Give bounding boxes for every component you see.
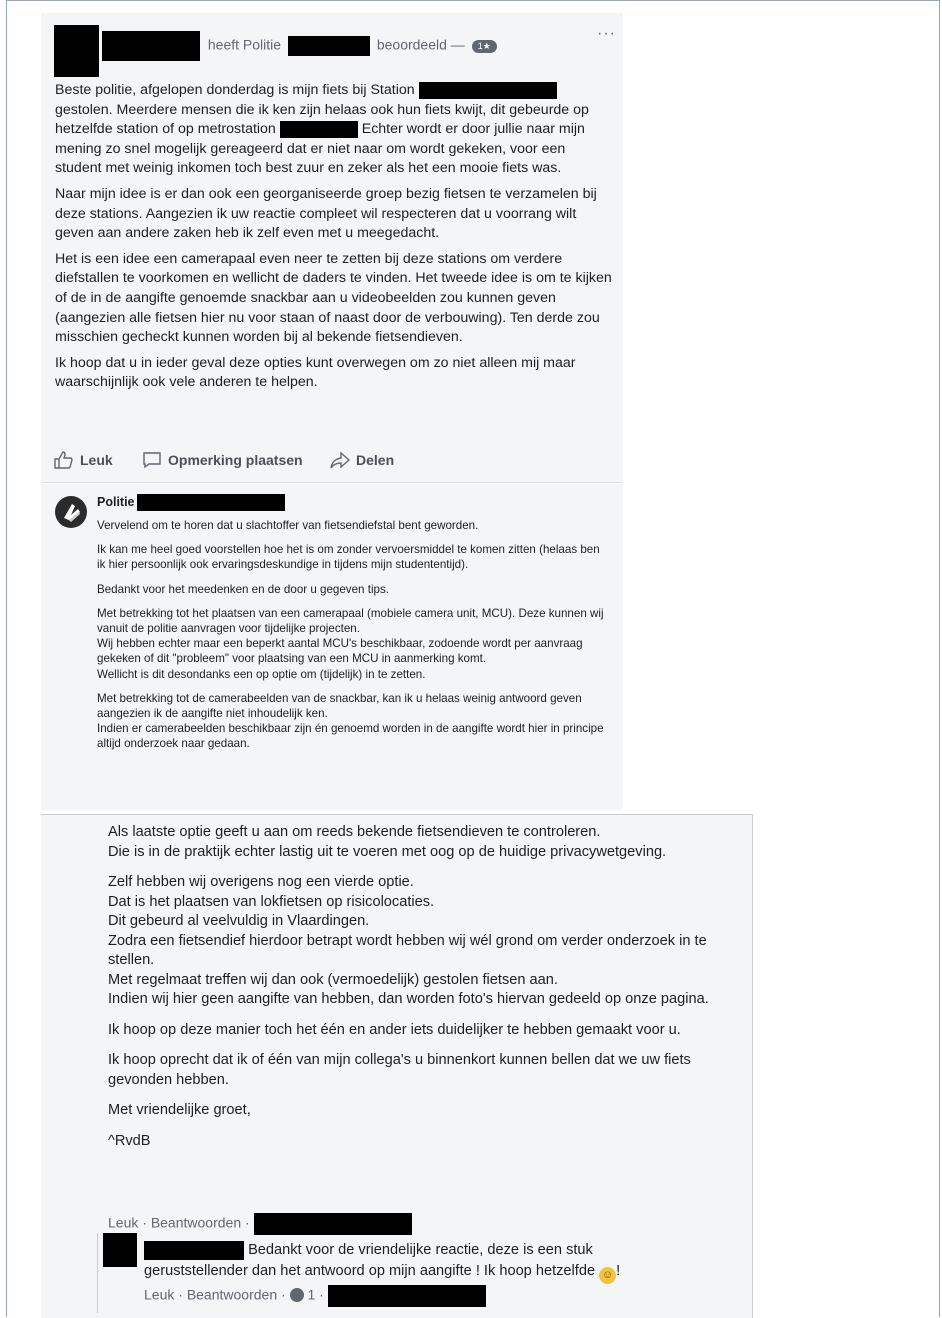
like-link[interactable]: Leuk [144, 1287, 174, 1303]
reply-paragraph: Met betrekking tot het plaatsen van een … [97, 606, 604, 681]
more-options-icon[interactable]: ··· [597, 25, 616, 43]
police-reply: Politie Vervelend om te horen dat u slac… [41, 484, 623, 810]
redacted-avatar[interactable] [103, 1233, 137, 1267]
post-heading: heeft Politie beoordeeld — 1★ [102, 31, 497, 61]
reply-paragraph: Met betrekking tot de camerabeelden van … [97, 691, 604, 751]
share-icon [330, 451, 350, 469]
reply-link[interactable]: Beantwoorden [187, 1287, 277, 1303]
continuation-paragraph: Ik hoop op deze manier toch het één en a… [108, 1021, 681, 1038]
police-avatar[interactable] [55, 496, 87, 528]
rating-badge: 1★ [471, 39, 497, 53]
comment-icon [143, 452, 161, 469]
reply-paragraph: Ik kan me heel goed voorstellen hoe het … [97, 543, 600, 572]
review-post: heeft Politie beoordeeld — 1★ ··· Beste … [41, 13, 623, 483]
subreply-line: Bedankt voor de vriendelijke reactie, de… [144, 1240, 704, 1261]
reply-paragraph: Bedankt voor het meedenken en de door u … [97, 582, 389, 596]
reply-author[interactable]: Politie [97, 494, 285, 511]
thumbs-up-icon [54, 451, 73, 469]
divider [41, 482, 623, 483]
comment-button[interactable]: Opmerking plaatsen [142, 451, 303, 469]
post-paragraph: Ik hoop dat u in ieder geval deze opties… [55, 354, 576, 391]
continuation-paragraph: Als laatste optie geeft u aan om reeds b… [108, 824, 667, 860]
post-body: Beste politie, afgelopen donderdag is mi… [55, 81, 615, 399]
signature: ^RvdB [108, 1132, 151, 1149]
like-link[interactable]: Leuk [108, 1215, 138, 1231]
redacted-author-suffix [136, 494, 285, 511]
continuation-paragraph: Zelf hebben wij overigens nog een vierde… [108, 874, 709, 1007]
reaction-icon[interactable] [289, 1287, 304, 1302]
continuation-paragraph: Ik hoop oprecht dat ik of één van mijn c… [108, 1052, 691, 1088]
continuation-paragraph: Met vriendelijke groet, [108, 1102, 251, 1118]
redacted-timestamp [253, 1213, 412, 1235]
heading-suffix: beoordeeld — [376, 36, 465, 53]
redacted-username[interactable] [102, 31, 200, 61]
redacted-page-name[interactable] [287, 36, 370, 56]
subreply-meta: Leuk · Beantwoorden · 1 · [144, 1285, 486, 1307]
heading-prefix: heeft Politie [207, 36, 282, 53]
redacted-username[interactable] [144, 1240, 244, 1260]
continuation-body: Als laatste optie geeft u aan om reeds b… [108, 823, 728, 1162]
subreply-line: geruststellender dan het antwoord op mij… [144, 1261, 704, 1284]
redacted-station [418, 81, 557, 99]
post-paragraph: Beste politie, afgelopen donderdag is mi… [55, 81, 589, 177]
police-logo-icon [64, 504, 80, 522]
redacted-timestamp [327, 1285, 486, 1307]
thread-line [97, 1233, 98, 1313]
like-button[interactable]: Leuk [54, 451, 113, 469]
reply-body: Vervelend om te horen dat u slachtoffer … [97, 518, 607, 761]
post-paragraph: Naar mijn idee is er dan ook een georgan… [55, 185, 597, 242]
reply-paragraph: Vervelend om te horen dat u slachtoffer … [97, 519, 479, 532]
reply-continuation: Als laatste optie geeft u aan om reeds b… [41, 814, 753, 1318]
redacted-metrostation [279, 120, 358, 138]
subreply-body: Bedankt voor de vriendelijke reactie, de… [144, 1240, 704, 1284]
share-button[interactable]: Delen [330, 451, 394, 469]
post-paragraph: Het is een idee een camerapaal even neer… [55, 250, 612, 346]
smiling-emoji-icon: ☺ [599, 1267, 617, 1284]
redacted-avatar[interactable] [54, 25, 99, 77]
reply-meta: Leuk · Beantwoorden · [108, 1213, 412, 1235]
reply-link[interactable]: Beantwoorden [151, 1215, 241, 1231]
